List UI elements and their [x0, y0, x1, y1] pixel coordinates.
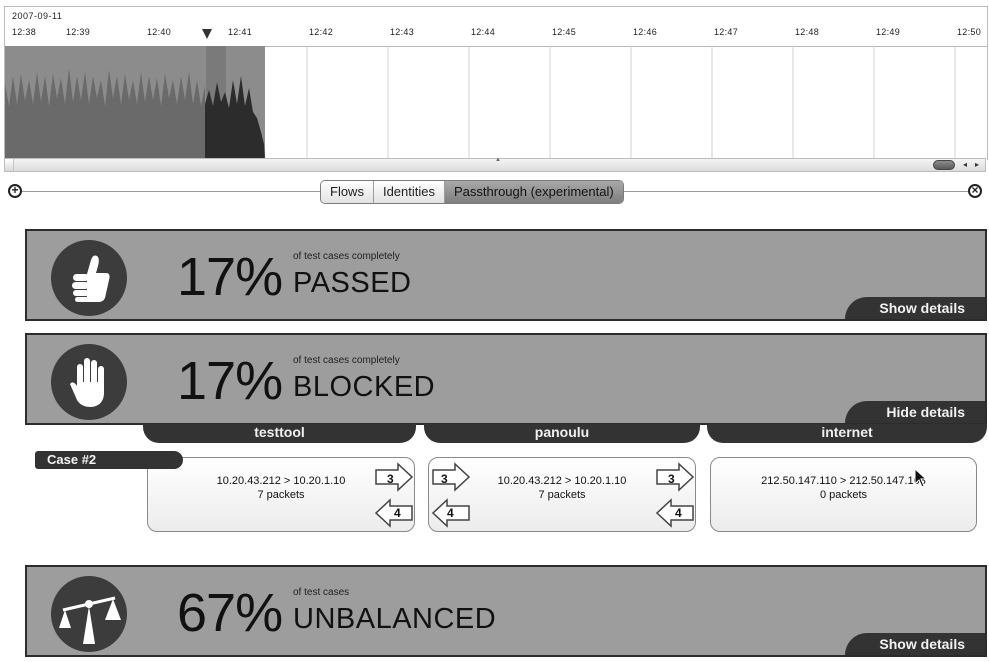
tick-label: 12:40 — [147, 27, 172, 37]
case-label[interactable]: Case #2 — [35, 451, 183, 469]
left-out-packet-count: 4 — [447, 506, 454, 520]
unbalanced-caption: of test cases — [293, 587, 350, 598]
blocked-caption: of test cases completely — [293, 355, 400, 366]
tick-label: 12:49 — [876, 27, 901, 37]
scales-icon — [51, 576, 127, 652]
scrollbar-grip: ▲ — [495, 157, 501, 163]
tick-label: 12:43 — [390, 27, 415, 37]
outgoing-packet-count: 3 — [387, 472, 394, 486]
app-window: 2007-09-11 12:38 12:39 12:40 12:41 12:42… — [0, 0, 989, 662]
passed-caption: of test cases completely — [293, 251, 400, 262]
flow-box-panoulu[interactable]: 10.20.43.212 > 10.20.1.10 7 packets 3 4 … — [428, 457, 696, 532]
traffic-graph — [5, 46, 956, 160]
outgoing-arrow-icon — [656, 462, 695, 492]
outgoing-arrow-icon — [375, 462, 414, 492]
scrollbar-thumb[interactable] — [933, 160, 955, 170]
tick-label: 12:42 — [309, 27, 334, 37]
tick-label: 12:45 — [552, 27, 577, 37]
column-header-internet: internet — [707, 424, 987, 443]
tick-label: 12:50 — [957, 27, 982, 37]
blocked-percent: 17% — [177, 351, 283, 411]
scrollbar-left-cap — [5, 159, 14, 171]
flow-box-internet[interactable]: 212.50.147.110 > 212.50.147.103 0 packet… — [710, 457, 977, 532]
show-details-button[interactable]: Show details — [845, 297, 985, 319]
tick-label: 12:47 — [714, 27, 739, 37]
tick-label: 12:48 — [795, 27, 820, 37]
tick-label: 12:38 — [12, 27, 37, 37]
unbalanced-status: UNBALANCED — [293, 603, 497, 635]
scroll-right-arrow-icon[interactable]: ▸ — [971, 159, 983, 171]
close-button[interactable]: × — [968, 184, 982, 198]
passed-panel: 17% of test cases completely PASSED Show… — [25, 229, 987, 321]
outgoing-packet-count: 3 — [668, 472, 675, 486]
view-toolbar: + Flows Identities Passthrough (experime… — [4, 178, 986, 206]
traffic-timeline[interactable]: 2007-09-11 12:38 12:39 12:40 12:41 12:42… — [4, 6, 988, 160]
stop-hand-icon — [51, 344, 127, 420]
left-in-packet-count: 3 — [441, 472, 448, 486]
playhead-marker[interactable] — [202, 29, 212, 39]
flow-box-testtool[interactable]: 10.20.43.212 > 10.20.1.10 7 packets 3 4 — [147, 457, 415, 532]
add-button[interactable]: + — [8, 184, 22, 198]
unbalanced-percent: 67% — [177, 583, 283, 643]
column-header-panoulu: panoulu — [424, 424, 700, 443]
incoming-packet-count: 4 — [394, 506, 401, 520]
tick-label: 12:39 — [66, 27, 91, 37]
timeline-date: 2007-09-11 — [12, 11, 63, 21]
timeline-axis: 12:38 12:39 12:40 12:41 12:42 12:43 12:4… — [5, 22, 987, 47]
blocked-status: BLOCKED — [293, 371, 436, 403]
passed-status: PASSED — [293, 267, 412, 299]
tab-flows[interactable]: Flows — [321, 181, 374, 203]
thumbs-up-icon — [51, 240, 127, 316]
incoming-left-arrow-icon — [432, 462, 471, 492]
timeline-scrollbar[interactable]: ▲ ◂ ▸ — [4, 157, 986, 172]
tick-label: 12:44 — [471, 27, 496, 37]
mouse-pointer-icon — [914, 468, 928, 488]
passed-percent: 17% — [177, 247, 283, 307]
tab-identities[interactable]: Identities — [373, 181, 445, 203]
column-header-testtool: testtool — [143, 424, 416, 443]
flow-endpoints: 212.50.147.110 > 212.50.147.103 — [761, 475, 926, 487]
tick-label: 12:41 — [228, 27, 253, 37]
packet-count: 0 packets — [819, 489, 868, 501]
view-tabs: Flows Identities Passthrough (experiment… — [320, 180, 624, 204]
tick-label: 12:46 — [633, 27, 658, 37]
unbalanced-panel: 67% of test cases UNBALANCED Show detail… — [25, 565, 987, 657]
scroll-left-arrow-icon[interactable]: ◂ — [959, 159, 971, 171]
hide-details-button[interactable]: Hide details — [845, 401, 985, 423]
tab-passthrough[interactable]: Passthrough (experimental) — [445, 181, 623, 203]
incoming-packet-count: 4 — [675, 506, 682, 520]
show-details-button[interactable]: Show details — [845, 633, 985, 655]
blocked-panel: 17% of test cases completely BLOCKED Hid… — [25, 333, 987, 425]
